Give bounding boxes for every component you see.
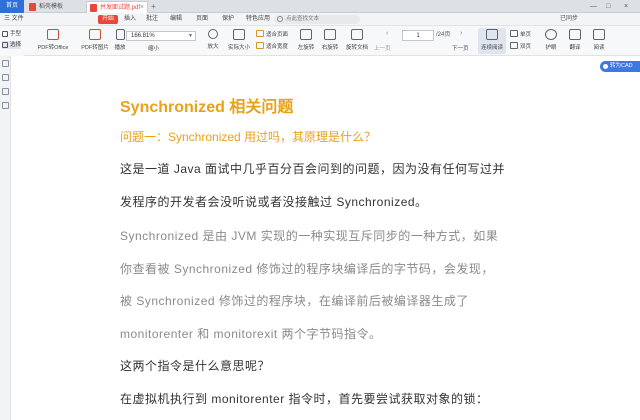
zoom-select[interactable]: 166.81% ▼ xyxy=(126,31,196,41)
eye-care-icon xyxy=(545,29,557,40)
menu-start[interactable]: 开始 xyxy=(98,15,119,24)
attachment-icon[interactable] xyxy=(2,102,9,109)
play-icon xyxy=(115,29,125,40)
tab-pdf-document-label: 并发面试题.pdf xyxy=(100,5,141,11)
cursor-tool-panel: 手型 选择 xyxy=(0,26,24,56)
prev-page-button[interactable]: 上一页 xyxy=(374,44,391,52)
menu-annotate[interactable]: 批注 xyxy=(146,13,158,26)
menu-file[interactable]: 三 文件 xyxy=(4,13,24,26)
rotate-right-button[interactable]: 右旋转 xyxy=(320,28,340,54)
template-icon xyxy=(29,3,36,11)
continuous-read-button[interactable]: 连续阅读 xyxy=(478,28,506,54)
tab-templates[interactable]: 稻壳模板 xyxy=(26,1,84,13)
pdf-to-image-button[interactable]: PDF转图片 xyxy=(80,28,110,54)
sync-status[interactable]: 已同步 xyxy=(560,13,578,26)
tab-home[interactable]: 首页 xyxy=(0,0,24,13)
menu-bar: 三 文件 开始 插入 批注 编辑 页面 保护 特色应用 点此查找文本 已同步 xyxy=(0,13,640,26)
pdf-file-icon xyxy=(90,4,97,12)
pdf-to-office-button[interactable]: PDF转Office xyxy=(36,28,70,54)
rotate-right-icon xyxy=(324,29,336,40)
paragraph-line: 这两个指令是什么意思呢？ xyxy=(120,359,271,373)
actual-size-button[interactable]: 实际大小 xyxy=(226,28,252,54)
convert-cad-button[interactable]: 转为CAD xyxy=(600,61,640,72)
fit-page-icon xyxy=(256,30,264,37)
zoom-in-button[interactable]: 放大 xyxy=(204,28,222,54)
annotation-icon[interactable] xyxy=(2,88,9,95)
zoom-out-button[interactable]: 缩小 xyxy=(138,44,159,52)
hand-icon xyxy=(2,31,8,37)
paragraph-line: 在虚拟机执行到 monitorenter 指令时，首先要尝试获取对象的锁： xyxy=(120,392,489,406)
tab-strip: 首页 稻壳模板 并发面试题.pdf × + — □ × xyxy=(0,0,640,13)
zoom-in-icon xyxy=(208,29,218,39)
tab-templates-label: 稻壳模板 xyxy=(39,4,64,10)
minimize-icon[interactable]: — xyxy=(590,0,597,13)
dual-page-button[interactable]: 双页 xyxy=(510,42,531,50)
hand-tool-button[interactable]: 手型 xyxy=(2,30,21,38)
paragraph-line: Synchronized 是由 JVM 实现的一种实现互斥同步的一种方式，如果 xyxy=(120,229,499,243)
read-mode-icon xyxy=(593,29,605,40)
rotate-document-button[interactable]: 旋转文档 xyxy=(344,28,370,54)
page-number-input[interactable]: 1 xyxy=(402,30,434,41)
paragraph-line: 被 Synchronized 修饰过的程序块，在编译前后被编译器生成了 xyxy=(120,294,469,308)
zoom-value: 166.81% xyxy=(131,33,155,39)
search-input[interactable]: 点此查找文本 xyxy=(274,15,360,24)
menu-page[interactable]: 页面 xyxy=(196,13,208,26)
navigation-sidebar xyxy=(0,56,11,420)
page-total: /24页 xyxy=(436,32,451,38)
close-window-icon[interactable]: × xyxy=(624,0,628,13)
eye-care-button[interactable]: 护眼 xyxy=(542,28,560,54)
maximize-icon[interactable]: □ xyxy=(606,0,610,13)
pdf-reader-window: 首页 稻壳模板 并发面试题.pdf × + — □ × 三 文件 开始 插入 批… xyxy=(0,0,640,420)
fit-width-icon xyxy=(256,42,264,49)
rotate-document-icon xyxy=(351,29,363,40)
paragraph-line: monitorenter 和 monitorexit 两个字节码指令。 xyxy=(120,327,382,341)
read-mode-button[interactable]: 阅读 xyxy=(590,28,608,54)
search-icon xyxy=(277,16,283,22)
new-tab-button[interactable]: + xyxy=(151,0,156,13)
next-page-icon[interactable]: › xyxy=(460,30,462,37)
convert-icon xyxy=(603,64,608,69)
translate-button[interactable]: 翻译 xyxy=(566,28,584,54)
menu-edit[interactable]: 编辑 xyxy=(170,13,182,26)
fit-width-button[interactable]: 适合宽度 xyxy=(256,42,288,50)
rotate-left-button[interactable]: 左旋转 xyxy=(296,28,316,54)
document-heading: Synchronized 相关问题 xyxy=(120,99,294,116)
menu-protect[interactable]: 保护 xyxy=(222,13,234,26)
single-page-button[interactable]: 单页 xyxy=(510,30,531,38)
search-placeholder: 点此查找文本 xyxy=(286,16,320,22)
paragraph-line: 你查看被 Synchronized 修饰过的程序块编译后的字节码，会发现， xyxy=(120,262,494,276)
actual-size-icon xyxy=(233,29,245,40)
bookmark-icon[interactable] xyxy=(2,74,9,81)
paragraph-line: 这是一道 Java 面试中几乎百分百会问到的问题，因为没有任何写过并 xyxy=(120,162,506,176)
tab-pdf-document[interactable]: 并发面试题.pdf × xyxy=(86,1,148,13)
play-button[interactable]: 播放 xyxy=(114,28,126,54)
menu-insert[interactable]: 插入 xyxy=(124,13,136,26)
chevron-down-icon: ▼ xyxy=(188,33,193,39)
dual-page-icon xyxy=(510,42,518,49)
rotate-left-icon xyxy=(300,29,312,40)
menu-special[interactable]: 特色应用 xyxy=(246,13,270,26)
paragraph-line: 发程序的开发者会没听说或者没接触过 Synchronized。 xyxy=(120,195,428,209)
thumbnail-icon[interactable] xyxy=(2,60,9,67)
single-page-icon xyxy=(510,30,518,37)
fit-page-button[interactable]: 适合页面 xyxy=(256,30,288,38)
translate-icon xyxy=(569,29,581,40)
pdf-image-icon xyxy=(89,29,101,40)
ribbon-toolbar: PDF转Office PDF转图片 播放 166.81% ▼ 缩小 放大 实际大… xyxy=(0,26,640,56)
prev-page-icon[interactable]: ‹ xyxy=(386,30,388,37)
cursor-icon xyxy=(2,42,8,48)
select-tool-button[interactable]: 选择 xyxy=(2,41,22,49)
document-question: 问题一：Synchronized 用过吗，其原理是什么？ xyxy=(120,130,377,144)
pdf-office-icon xyxy=(47,29,59,40)
continuous-read-icon xyxy=(486,29,498,40)
next-page-button[interactable]: 下一页 xyxy=(452,44,469,52)
